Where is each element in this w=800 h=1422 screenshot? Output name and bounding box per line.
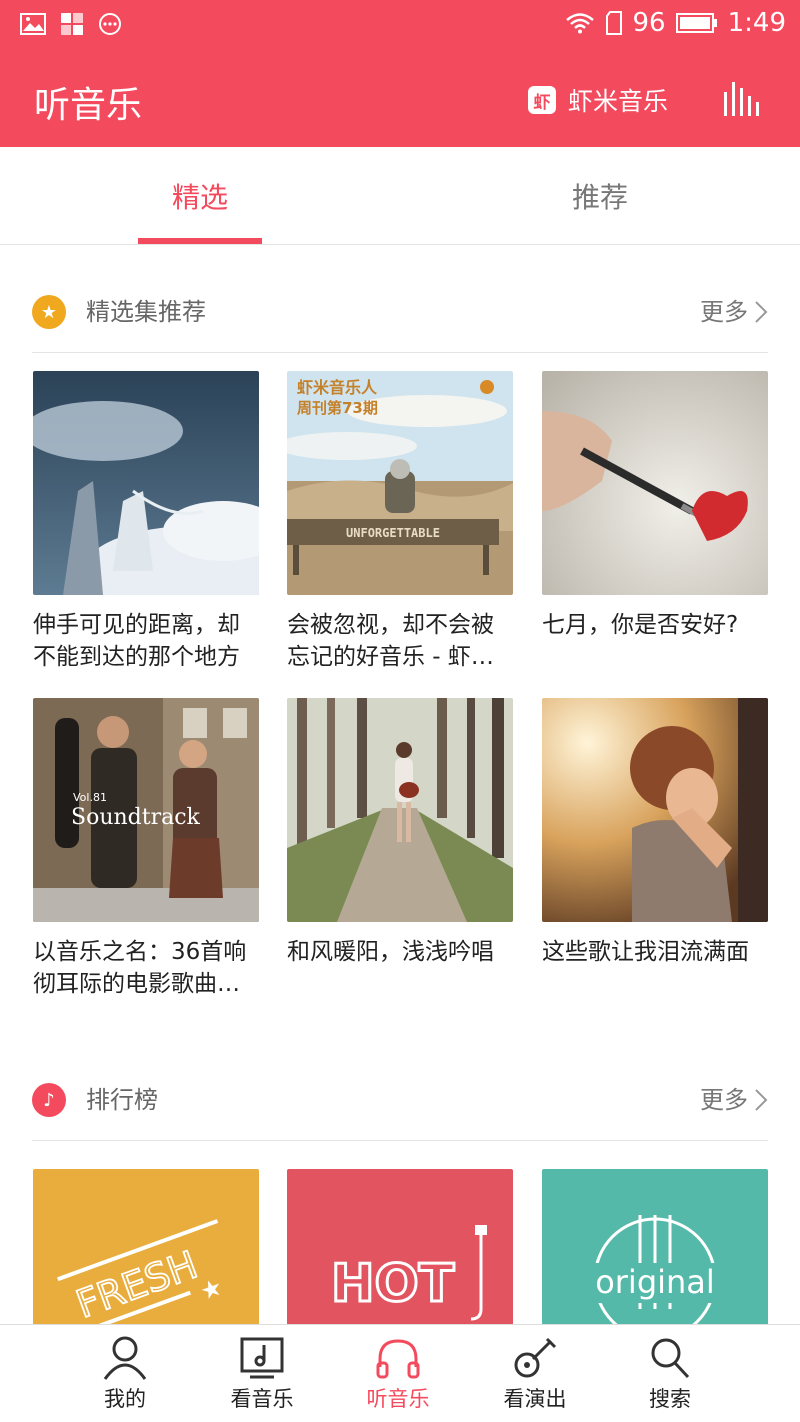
tab-recommended[interactable]: 推荐 [400,147,800,245]
nav-listen-music[interactable]: 听音乐 [333,1325,463,1422]
status-right-icons: 96 1:49 [565,8,786,38]
chart-card-hot[interactable]: HOT [287,1169,513,1325]
charts-more-link[interactable]: 更多 [700,1083,768,1117]
featured-more-link[interactable]: 更多 [700,295,768,329]
chart-card-original[interactable]: original [542,1169,768,1325]
cover-vol-text: Vol.81 [73,791,107,804]
chevron-right-icon [755,301,768,323]
featured-section-title: 精选集推荐 [86,298,206,326]
search-icon [651,1338,690,1379]
nav-search[interactable]: 搜索 [605,1325,735,1422]
cover-subtitle-text: 周刊第73期 [297,399,378,417]
more-label: 更多 [700,1086,748,1114]
playlist-card[interactable]: 七月，你是否安好? [542,371,768,673]
person-icon [103,1336,147,1380]
playlist-cover [542,698,768,922]
status-time: 1:49 [727,8,786,38]
music-monitor-icon [240,1337,284,1379]
playlist-card[interactable]: Vol.81 Soundtrack 以音乐之名：36首响彻耳际的电影歌曲… [33,698,259,1000]
playlist-caption: 会被忽视，却不会被忘记的好音乐 - 虾… [287,612,494,670]
cover-title-text: 虾米音乐人 [297,378,378,397]
grid-app-icon [61,13,83,35]
nav-label: 看音乐 [230,1387,294,1411]
playlist-cover [542,371,768,595]
status-left-icons [20,12,122,36]
xiami-music-link[interactable]: 虾 虾米音乐 [528,82,668,118]
cover-title-text: Soundtrack [71,805,201,830]
playlist-caption: 这些歌让我泪流满面 [542,939,749,965]
playlist-cover [33,371,259,595]
guitar-icon [514,1337,557,1378]
image-notification-icon [20,13,46,35]
chat-more-icon [99,13,121,35]
tab-bar: 精选 推荐 [0,147,800,245]
charts-section-title: 排行榜 [86,1086,158,1114]
playlist-cover: UNFORGETTABLE 虾米音乐人 周刊第73期 [287,371,513,595]
equalizer-bars-icon[interactable] [722,80,764,118]
xiami-brand-label: 虾米音乐 [568,87,669,116]
playlist-card[interactable]: 伸手可见的距离，却不能到达的那个地方 [33,371,259,673]
playlist-card[interactable]: UNFORGETTABLE 虾米音乐人 周刊第73期 会被忽视，却不会被忘记的好… [287,371,513,673]
more-label: 更多 [700,298,748,326]
xiami-logo-icon: 虾 [528,86,556,114]
chart-cover-text: HOT [331,1254,455,1314]
nav-shows[interactable]: 看演出 [470,1325,600,1422]
playlist-cover: Vol.81 Soundtrack [33,698,259,922]
battery-percentage: 96 [632,8,666,38]
chart-card-fresh[interactable]: FRESH ★ [33,1169,259,1325]
svg-text:★: ★ [196,1272,226,1306]
headphones-icon [376,1339,420,1379]
playlist-cover [287,698,513,922]
nav-label: 我的 [104,1387,146,1411]
playlist-caption: 七月，你是否安好? [542,612,739,638]
chevron-right-icon [755,1089,768,1111]
playlist-card[interactable]: 这些歌让我泪流满面 [542,698,768,1000]
cover-bench-text: UNFORGETTABLE [346,526,440,540]
status-bar: 96 1:49 [0,0,800,52]
top-app-header: 96 1:49 听音乐 虾 虾米音乐 [0,0,800,147]
star-icon: ★ [32,295,66,329]
nav-label: 看演出 [503,1387,567,1411]
nav-label: 搜索 [649,1387,691,1411]
playlist-caption: 伸手可见的距离，却不能到达的那个地方 [33,612,240,670]
chart-cover-text: original [595,1263,715,1301]
playlist-caption: 和风暖阳，浅浅吟唱 [287,939,494,965]
playlist-card[interactable]: 和风暖阳，浅浅吟唱 [287,698,513,1000]
playlist-caption: 以音乐之名：36首响彻耳际的电影歌曲… [33,939,247,997]
nav-mine[interactable]: 我的 [60,1325,190,1422]
bottom-navigation: 我的 看音乐 听音乐 看演出 搜索 [0,1324,800,1422]
tab-featured[interactable]: 精选 [0,147,400,245]
nav-watch-music[interactable]: 看音乐 [197,1325,327,1422]
nav-label: 听音乐 [366,1387,430,1411]
chart-cover: FRESH ★ [33,1169,259,1325]
chart-cover: HOT [287,1169,513,1325]
app-bar: 听音乐 虾 虾米音乐 [0,52,800,147]
chart-cover: original [542,1169,768,1325]
wifi-icon [565,13,594,34]
charts-section-header: ♪ 排行榜 更多 [32,1081,768,1141]
featured-section-header: ★ 精选集推荐 更多 [32,293,768,353]
music-note-icon: ♪ [32,1083,66,1117]
active-tab-indicator [138,238,262,244]
page-title: 听音乐 [34,85,143,126]
sim-card-icon [605,11,622,35]
battery-icon [675,13,717,33]
